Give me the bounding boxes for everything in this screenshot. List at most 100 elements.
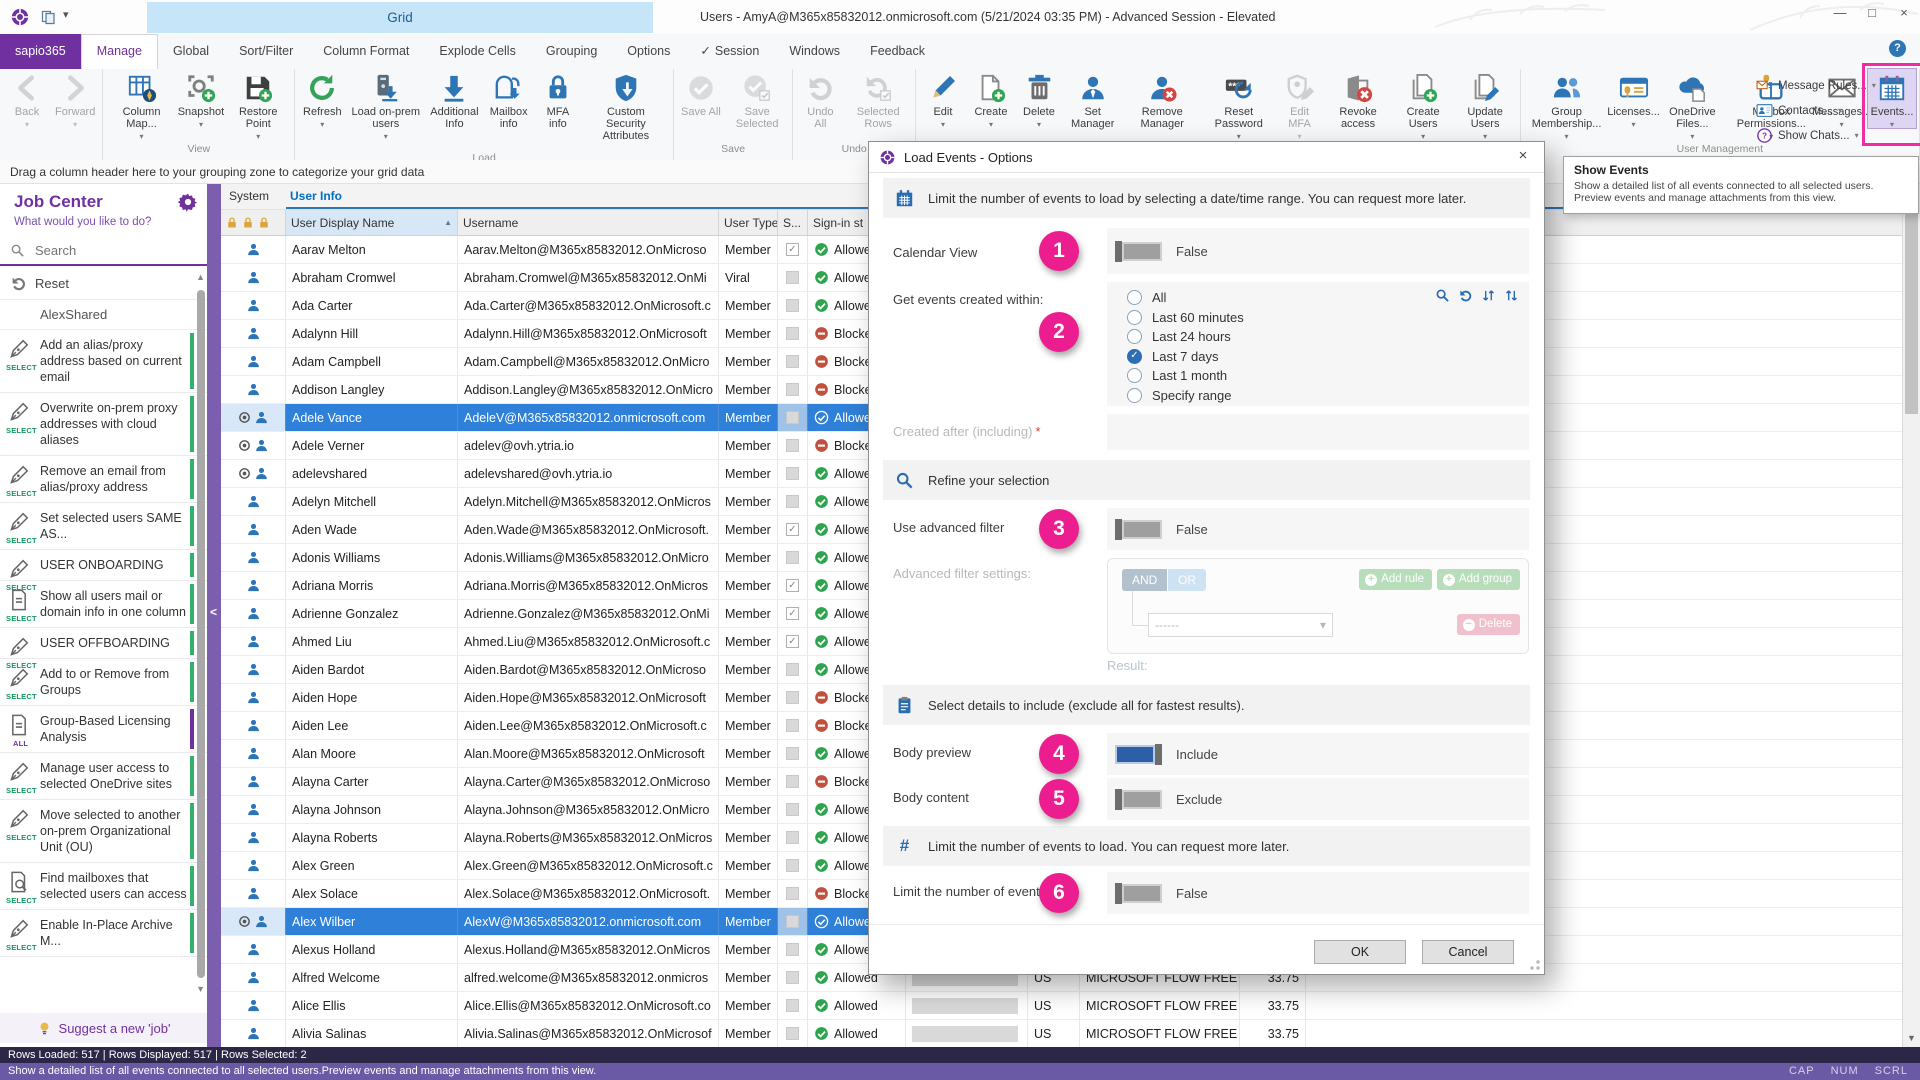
advanced-filter-toggle[interactable] — [1115, 519, 1162, 540]
ribbon-button-revoke-access[interactable]: Revoke access — [1324, 69, 1393, 140]
cell-checkbox[interactable]: ✓ — [778, 516, 808, 543]
ribbon-button-edit-mfa[interactable]: Edit MFA ▾ — [1276, 69, 1324, 141]
ribbon-button-additional-info[interactable]: Additional Info — [425, 69, 483, 140]
ribbon-button-refresh[interactable]: Refresh ▾ — [298, 69, 346, 129]
limit-events-toggle[interactable] — [1115, 883, 1162, 904]
ribbon-button-licenses[interactable]: Licenses... ▾ — [1607, 69, 1660, 129]
sidebar-item-move-selected-to-another-on-prem-organiz[interactable]: SELECT Move selected to another on-prem … — [0, 800, 207, 863]
radio-specify-range[interactable]: Specify range — [1127, 387, 1529, 403]
radio-last-1-month[interactable]: Last 1 month — [1127, 368, 1529, 383]
sidebar-item-group-based-licensing-analysis[interactable]: ALL Group-Based Licensing Analysis — [0, 706, 207, 753]
cell-checkbox[interactable]: ✓ — [778, 600, 808, 627]
ribbon-button-create[interactable]: Create ▾ — [967, 69, 1015, 129]
ribbon-button-save-all[interactable]: Save All — [677, 69, 725, 128]
ribbon-button-mailbox-info[interactable]: Mailbox info — [484, 69, 534, 140]
sidebar-item-remove-an-email-from-alias-proxy-address[interactable]: SELECT Remove an email from alias/proxy … — [0, 456, 207, 503]
dialog-close-button[interactable]: × — [1514, 147, 1532, 164]
cell-checkbox[interactable] — [778, 824, 808, 851]
cell-checkbox[interactable] — [778, 264, 808, 291]
tab-session[interactable]: ✓ Session — [685, 34, 774, 69]
table-row[interactable]: Alivia Salinas Alivia.Salinas@M365x85832… — [221, 1020, 1902, 1048]
ribbon-button-remove-manager[interactable]: Remove Manager — [1122, 69, 1202, 140]
calendar-view-toggle[interactable] — [1115, 241, 1162, 262]
ribbon-button-restore-point[interactable]: Restore Point ▾ — [225, 69, 291, 141]
add-rule-button[interactable]: + Add rule — [1359, 569, 1432, 590]
cell-checkbox[interactable] — [778, 768, 808, 795]
tab-feedback[interactable]: Feedback — [855, 34, 940, 69]
cell-checkbox[interactable] — [778, 432, 808, 459]
cell-checkbox[interactable] — [778, 936, 808, 963]
cell-checkbox[interactable] — [778, 488, 808, 515]
and-operator-button[interactable]: AND — [1122, 569, 1168, 591]
radio-last-24-hours[interactable]: Last 24 hours — [1127, 329, 1529, 344]
cell-checkbox[interactable] — [778, 376, 808, 403]
tab-explode-cells[interactable]: Explode Cells — [424, 34, 530, 69]
ribbon-button-undo-all[interactable]: Undo All — [796, 69, 844, 140]
ribbon-button-snapshot[interactable]: Snapshot ▾ — [177, 69, 226, 129]
cell-checkbox[interactable] — [778, 292, 808, 319]
header-user-display-name[interactable]: User Display Name ▲ — [286, 210, 458, 235]
quick-access-copy-icon[interactable] — [40, 9, 56, 25]
reset-filter-icon[interactable] — [1458, 288, 1473, 303]
quick-access-caret-icon[interactable]: ▾ — [63, 8, 69, 21]
sidebar-item-enable-in-place-archive-m[interactable]: SELECT Enable In-Place Archive M... — [0, 910, 207, 957]
cell-checkbox[interactable] — [778, 964, 808, 991]
cell-checkbox[interactable] — [778, 992, 808, 1019]
tab-options[interactable]: Options — [612, 34, 685, 69]
cell-checkbox[interactable] — [778, 460, 808, 487]
radio-last-60-minutes[interactable]: Last 60 minutes — [1127, 309, 1529, 325]
suggest-new-job-button[interactable]: Suggest a new 'job' — [0, 1013, 207, 1043]
table-row[interactable]: Alice Ellis Alice.Ellis@M365x85832012.On… — [221, 992, 1902, 1020]
ribbon-button-group-membership[interactable]: Group Membership... ▾ — [1524, 69, 1610, 141]
sidebar-item-set-selected-users-same-as[interactable]: SELECT Set selected users SAME AS... — [0, 503, 207, 550]
header-user-type[interactable]: User Type — [719, 210, 778, 235]
grid-vertical-scrollbar[interactable]: ▲ ▼ — [1902, 184, 1920, 1048]
header-username[interactable]: Username — [458, 210, 719, 235]
ribbon-button-custom-security-attributes[interactable]: Custom Security Attributes — [582, 69, 670, 152]
add-group-button[interactable]: + Add group — [1436, 569, 1520, 590]
search-input[interactable] — [33, 241, 177, 259]
ribbon-button-onedrive-files[interactable]: OneDrive Files... ▾ — [1658, 69, 1728, 141]
cell-checkbox[interactable] — [778, 404, 808, 431]
scrollbar-thumb[interactable] — [1905, 204, 1918, 414]
ribbon-stack-message-rules[interactable]: Message Rules... ▾ — [1756, 73, 1914, 98]
tab-global[interactable]: Global — [158, 34, 224, 69]
tab-column-format[interactable]: Column Format — [308, 34, 424, 69]
close-window-button[interactable]: × — [1896, 5, 1912, 20]
sidebar-collapse-bar[interactable]: < — [207, 184, 221, 1047]
ribbon-button-create-users[interactable]: Create Users ▾ — [1393, 69, 1454, 141]
ribbon-button-update-users[interactable]: Update Users ▾ — [1454, 69, 1517, 141]
reset-button[interactable]: Reset — [0, 268, 207, 300]
cell-checkbox[interactable] — [778, 880, 808, 907]
sidebar-item-user-offboarding[interactable]: SELECT USER OFFBOARDING — [0, 628, 207, 670]
ribbon-button-save-selected[interactable]: Save Selected — [725, 69, 790, 140]
tab-sapio365[interactable]: sapio365 — [0, 34, 81, 69]
field-dropdown[interactable]: ------ ▾ — [1148, 613, 1333, 637]
job-search-field[interactable] — [0, 236, 207, 266]
cell-checkbox[interactable] — [778, 684, 808, 711]
ribbon-button-column-map[interactable]: Column Map... ▾ — [106, 69, 176, 141]
saved-search-alexshared[interactable]: AlexShared — [0, 300, 207, 330]
maximize-button[interactable]: □ — [1864, 5, 1880, 20]
body-preview-toggle[interactable] — [1115, 744, 1162, 765]
zoom-icon[interactable] — [1435, 288, 1450, 303]
ribbon-button-back[interactable]: Back ▾ — [3, 69, 51, 129]
ribbon-button-selected-rows[interactable]: Selected Rows — [844, 69, 912, 140]
cell-checkbox[interactable]: ✓ — [778, 572, 808, 599]
body-content-toggle[interactable] — [1115, 789, 1162, 810]
sidebar-scrollbar[interactable] — [197, 290, 205, 978]
contextual-tab-grid[interactable]: Grid — [147, 2, 653, 33]
cell-checkbox[interactable] — [778, 656, 808, 683]
sort-descending-icon[interactable] — [1504, 288, 1519, 303]
delete-rule-button[interactable]: − Delete — [1456, 614, 1520, 635]
sidebar-item-show-all-users-mail-or-domain-info-in-on[interactable]: SELECT Show all users mail or domain inf… — [0, 581, 207, 628]
cell-checkbox[interactable] — [778, 852, 808, 879]
radio-last-7-days[interactable]: ✓ Last 7 days — [1127, 348, 1529, 364]
cancel-button[interactable]: Cancel — [1422, 940, 1514, 964]
sidebar-item-find-mailboxes-that-selected-users-can-a[interactable]: SELECT Find mailboxes that selected user… — [0, 863, 207, 910]
ribbon-button-edit[interactable]: Edit ▾ — [919, 69, 967, 129]
tab-windows[interactable]: Windows — [774, 34, 855, 69]
tab-manage[interactable]: Manage — [80, 34, 158, 70]
job-center-gear-icon[interactable] — [178, 192, 198, 212]
ribbon-button-mfa-info[interactable]: MFA info — [534, 69, 582, 140]
